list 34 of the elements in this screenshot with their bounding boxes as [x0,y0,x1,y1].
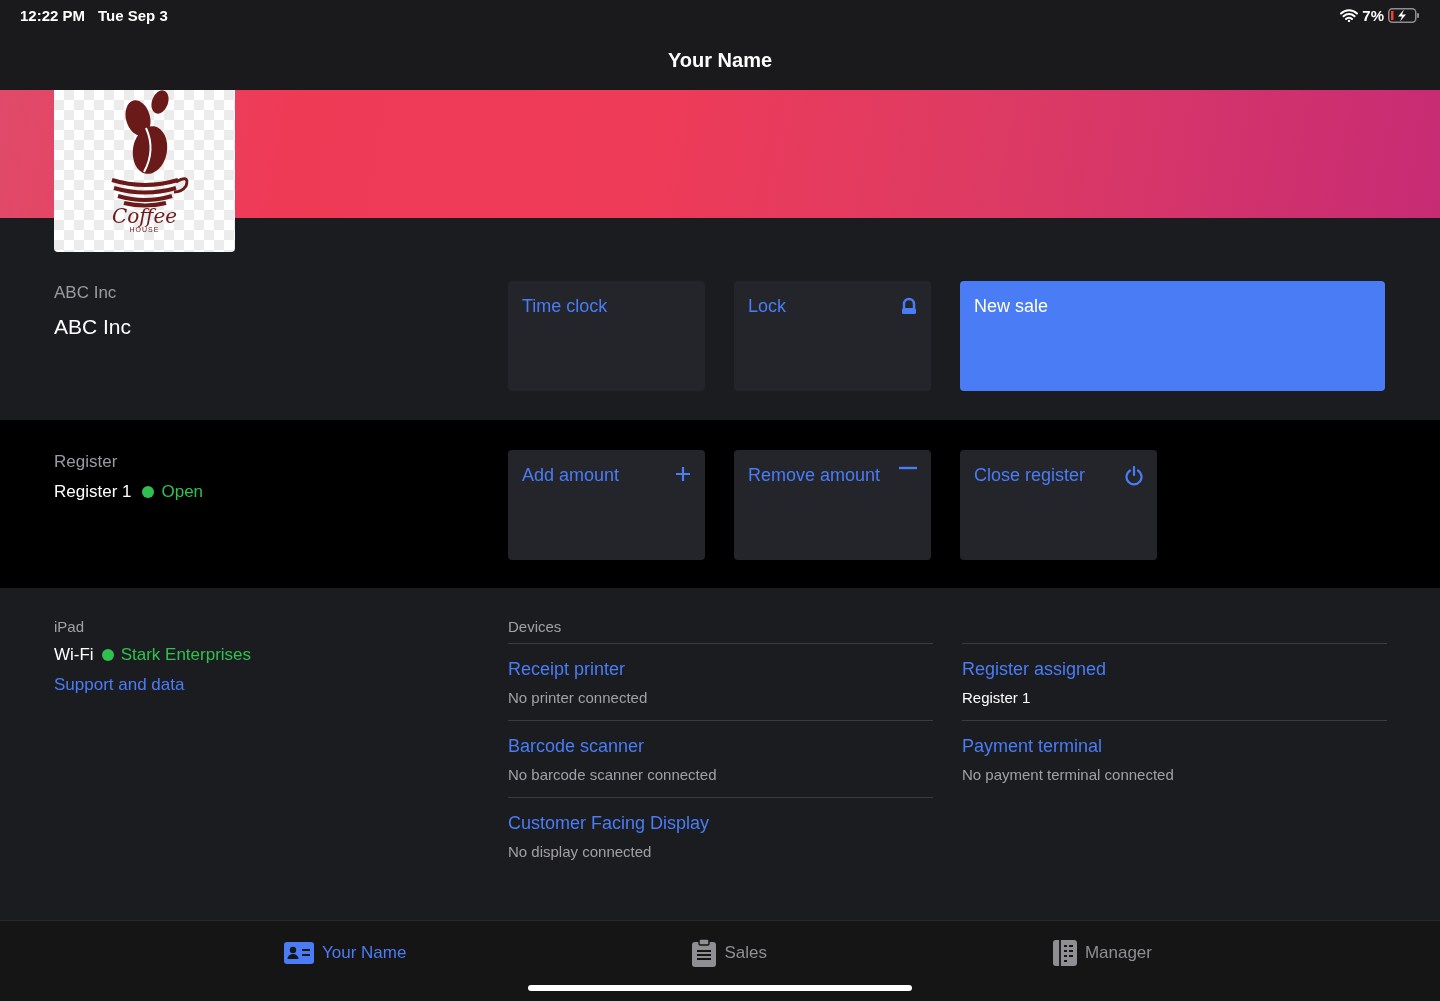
device-status: No barcode scanner connected [508,766,718,783]
network-name: Stark Enterprises [120,645,252,665]
devices-heading: Devices [508,618,562,635]
tab[interactable]: Your Name [284,939,407,967]
action-tile[interactable]: Add amount [508,450,705,560]
device-status: Register 1 [962,689,1032,706]
logo-title: Coffee [111,206,178,226]
register-name: Register 1 [54,482,132,502]
status-time: 12:22 PM [20,6,86,24]
device-link[interactable]: Register assigned [962,659,1107,680]
action-tile[interactable]: Close register [960,450,1157,560]
tab[interactable]: Manager [1052,939,1152,967]
device-link[interactable]: Barcode scanner [508,736,645,757]
device-status: No display connected [508,843,653,860]
device-link[interactable]: Payment terminal [962,736,1103,757]
device-status: No printer connected [508,689,649,706]
support-link[interactable]: Support and data [54,675,185,695]
action-tile[interactable]: Lock [734,281,931,391]
network-label: Wi-Fi [54,645,94,665]
business-label: ABC Inc [54,283,118,303]
action-tile[interactable]: New sale [960,281,1385,391]
battery-percent: 7% [1362,6,1384,24]
status-date: Tue Sep 3 [98,6,168,24]
nav-title: Your Name [667,48,773,72]
business-name: ABC Inc [54,315,133,339]
register-status: Open [161,482,204,502]
device-link[interactable]: Receipt printer [508,659,626,680]
register-label: Register [54,452,119,472]
device-label: iPad [54,618,86,635]
device-status: No payment terminal connected [962,766,1175,783]
action-tile[interactable]: Time clock [508,281,705,391]
tab[interactable]: Sales [692,939,767,967]
action-tile[interactable]: Remove amount [734,450,931,560]
device-link[interactable]: Customer Facing Display [508,813,710,834]
